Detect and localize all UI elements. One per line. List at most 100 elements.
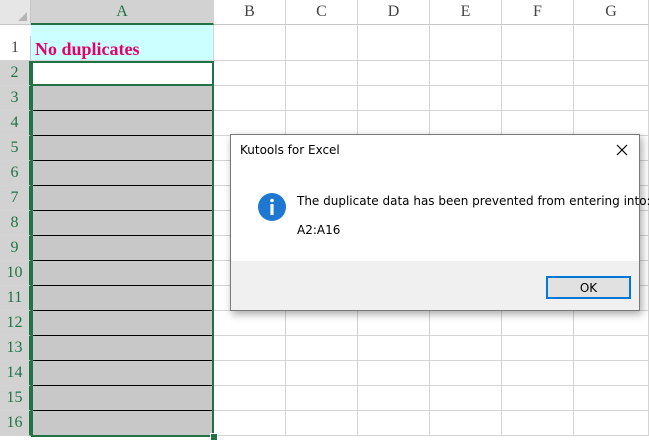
grid-cell[interactable] [358, 25, 430, 61]
row-header-3[interactable]: 3 [0, 86, 31, 111]
grid-cell[interactable] [214, 311, 286, 336]
grid-cell[interactable] [574, 411, 649, 436]
grid-cell[interactable] [214, 361, 286, 386]
grid-cell[interactable] [430, 25, 502, 61]
grid-cell[interactable] [574, 336, 649, 361]
grid-cell[interactable] [286, 336, 358, 361]
grid-cell[interactable] [358, 336, 430, 361]
cell-a3[interactable] [31, 86, 214, 111]
grid-cell[interactable] [358, 61, 430, 86]
row-header-6[interactable]: 6 [0, 161, 31, 186]
grid-cell[interactable] [430, 386, 502, 411]
grid-cell[interactable] [502, 336, 574, 361]
grid-cell[interactable] [430, 336, 502, 361]
grid-cell[interactable] [286, 411, 358, 436]
grid-cell[interactable] [502, 25, 574, 61]
grid-cell[interactable] [214, 386, 286, 411]
cell-a12[interactable] [31, 311, 214, 336]
grid-cell[interactable] [214, 111, 286, 136]
cell-a1[interactable]: No duplicates [31, 25, 214, 61]
grid-cell[interactable] [286, 86, 358, 111]
grid-cell[interactable] [430, 61, 502, 86]
grid-cell[interactable] [502, 386, 574, 411]
grid-cell[interactable] [358, 386, 430, 411]
grid-cell[interactable] [430, 86, 502, 111]
grid-cell[interactable] [502, 111, 574, 136]
grid-cell[interactable] [286, 311, 358, 336]
grid-cell[interactable] [574, 61, 649, 86]
row-header-16[interactable]: 16 [0, 411, 31, 436]
cell-a2[interactable] [31, 61, 214, 86]
grid-cell[interactable] [286, 25, 358, 61]
row-header-10[interactable]: 10 [0, 261, 31, 286]
grid-cell[interactable] [286, 386, 358, 411]
grid-cell[interactable] [574, 111, 649, 136]
grid-cell[interactable] [358, 361, 430, 386]
cell-a8[interactable] [31, 211, 214, 236]
select-all-corner[interactable] [0, 0, 31, 25]
row-header-12[interactable]: 12 [0, 311, 31, 336]
row-header-4[interactable]: 4 [0, 111, 31, 136]
grid-cell[interactable] [358, 111, 430, 136]
grid-cell[interactable] [358, 86, 430, 111]
info-glyph [270, 198, 274, 215]
cell-a7[interactable] [31, 186, 214, 211]
fill-handle[interactable] [210, 433, 218, 441]
grid-cell[interactable] [214, 61, 286, 86]
grid-cell[interactable] [502, 361, 574, 386]
cell-a9[interactable] [31, 236, 214, 261]
grid-cell[interactable] [502, 311, 574, 336]
grid-cell[interactable] [574, 311, 649, 336]
cell-a14[interactable] [31, 361, 214, 386]
grid-cell[interactable] [430, 361, 502, 386]
column-header-d[interactable]: D [358, 0, 430, 25]
row-header-11[interactable]: 11 [0, 286, 31, 311]
grid-cell[interactable] [286, 61, 358, 86]
cell-a16[interactable] [31, 411, 214, 436]
grid-cell[interactable] [574, 386, 649, 411]
grid-cell[interactable] [214, 25, 286, 61]
close-button[interactable] [605, 135, 639, 165]
cell-a5[interactable] [31, 136, 214, 161]
row-header-8[interactable]: 8 [0, 211, 31, 236]
grid-cell[interactable] [430, 411, 502, 436]
grid-cell[interactable] [286, 111, 358, 136]
cell-a11[interactable] [31, 286, 214, 311]
grid-cell[interactable] [214, 86, 286, 111]
column-header-c[interactable]: C [286, 0, 358, 25]
column-header-f[interactable]: F [502, 0, 574, 25]
dialog-title: Kutools for Excel [240, 143, 340, 157]
grid-cell[interactable] [574, 86, 649, 111]
row-header-7[interactable]: 7 [0, 186, 31, 211]
grid-cell[interactable] [502, 86, 574, 111]
row-header-2[interactable]: 2 [0, 61, 31, 86]
row-header-5[interactable]: 5 [0, 136, 31, 161]
row-header-13[interactable]: 13 [0, 336, 31, 361]
row-header-9[interactable]: 9 [0, 236, 31, 261]
grid-cell[interactable] [574, 25, 649, 61]
grid-cell[interactable] [574, 361, 649, 386]
cell-a15[interactable] [31, 386, 214, 411]
cell-a10[interactable] [31, 261, 214, 286]
grid-cell[interactable] [502, 61, 574, 86]
grid-cell[interactable] [358, 411, 430, 436]
grid-cell[interactable] [358, 311, 430, 336]
ok-button[interactable]: OK [546, 276, 631, 299]
column-header-e[interactable]: E [430, 0, 502, 25]
grid-cell[interactable] [214, 411, 286, 436]
row-header-1[interactable]: 1 [0, 36, 31, 61]
row-header-15[interactable]: 15 [0, 386, 31, 411]
grid-cell[interactable] [286, 361, 358, 386]
cell-a4[interactable] [31, 111, 214, 136]
column-header-a[interactable]: A [31, 0, 214, 25]
cell-a6[interactable] [31, 161, 214, 186]
grid-cell[interactable] [214, 336, 286, 361]
cell-a13[interactable] [31, 336, 214, 361]
column-header-g[interactable]: G [574, 0, 649, 25]
grid-cell[interactable] [430, 111, 502, 136]
grid-cell[interactable] [430, 311, 502, 336]
dialog-titlebar[interactable]: Kutools for Excel [231, 135, 639, 165]
column-header-b[interactable]: B [214, 0, 286, 25]
grid-cell[interactable] [502, 411, 574, 436]
row-header-14[interactable]: 14 [0, 361, 31, 386]
